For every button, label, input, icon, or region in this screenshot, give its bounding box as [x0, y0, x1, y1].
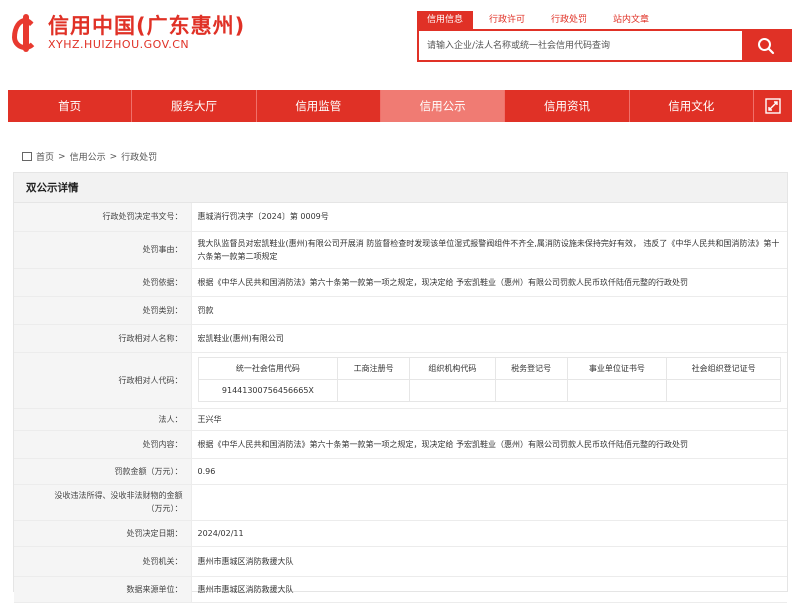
search-icon	[758, 37, 775, 54]
nav-credit-news[interactable]: 信用资讯	[505, 90, 630, 122]
detail-table: 行政处罚决定书文号： 惠城消行罚决字〔2024〕第 0009号 处罚事由： 我大…	[14, 203, 787, 603]
logo-icon	[12, 14, 42, 52]
source-label: 数据来源单位：	[14, 576, 192, 603]
codes-cell: 91441300756456665X	[197, 378, 339, 402]
breadcrumb-penalty[interactable]: 行政处罚	[121, 150, 157, 163]
search-tab-site-articles[interactable]: 站内文章	[603, 11, 659, 29]
header: 信用中国(广东惠州) XYHZ.HUIZHOU.GOV.CN 信用信息 行政许可…	[0, 0, 800, 80]
party-label: 行政相对人名称：	[14, 324, 192, 353]
codes-cell	[409, 378, 496, 402]
panel-title: 双公示详情	[14, 173, 787, 203]
search-area: 信用信息 行政许可 行政处罚 站内文章	[417, 11, 792, 62]
breadcrumb: 首页 > 信用公示 > 行政处罚	[22, 150, 157, 163]
amount-label: 罚款金额（万元）：	[14, 458, 192, 485]
organ-value: 惠州市惠城区消防救援大队	[191, 546, 787, 577]
codes-cell	[337, 378, 411, 402]
codes-cell	[566, 378, 668, 402]
content-label: 处罚内容：	[14, 430, 192, 459]
nav-credit-publicity[interactable]: 信用公示	[380, 90, 506, 122]
search-tab-credit-info[interactable]: 信用信息	[417, 11, 474, 29]
legal-value: 王兴华	[191, 408, 787, 431]
legal-label: 法人：	[14, 408, 192, 431]
reason-value: 我大队监督员对宏凯鞋业(惠州)有限公司开展消 防监督检查时发现该单位湿式报警阀组…	[191, 231, 787, 269]
date-label: 处罚决定日期：	[14, 520, 192, 547]
codes-header: 统一社会信用代码	[197, 356, 339, 380]
doc-no-label: 行政处罚决定书文号：	[14, 203, 192, 232]
content-value: 根据《中华人民共和国消防法》第六十条第一款第一项之规定，现决定给 予宏凯鞋业（惠…	[191, 430, 787, 459]
doc-no-value: 惠城消行罚决字〔2024〕第 0009号	[191, 203, 787, 232]
confiscate-value	[191, 484, 787, 521]
codes-header: 组织机构代码	[409, 356, 496, 380]
expand-icon	[765, 98, 781, 114]
nav-home[interactable]: 首页	[8, 90, 133, 122]
type-label: 处罚类别：	[14, 296, 192, 325]
codes-label: 行政相对人代码：	[14, 352, 192, 409]
breadcrumb-home[interactable]: 首页	[36, 150, 54, 163]
party-value: 宏凯鞋业(惠州)有限公司	[191, 324, 787, 353]
detail-panel: 双公示详情 行政处罚决定书文号： 惠城消行罚决字〔2024〕第 0009号 处罚…	[13, 172, 788, 603]
nav-service-hall[interactable]: 服务大厅	[132, 90, 257, 122]
nav-credit-supervision[interactable]: 信用监管	[257, 90, 381, 122]
breadcrumb-publicity[interactable]: 信用公示	[70, 150, 106, 163]
type-value: 罚款	[191, 296, 787, 325]
codes-table: 统一社会信用代码 工商注册号 组织机构代码 税务登记号 事业单位证书号 社会组织…	[197, 356, 782, 402]
organ-label: 处罚机关：	[14, 546, 192, 577]
codes-header: 工商注册号	[337, 356, 411, 380]
search-tab-admin-license[interactable]: 行政许可	[479, 11, 535, 29]
reason-label: 处罚事由：	[14, 231, 192, 269]
date-value: 2024/02/11	[191, 520, 787, 547]
codes-header: 税务登记号	[494, 356, 568, 380]
main-nav: 首页 服务大厅 信用监管 信用公示 信用资讯 信用文化	[8, 90, 792, 122]
site-title: 信用中国(广东惠州)	[48, 14, 246, 38]
source-value: 惠州市惠城区消防救援大队	[191, 576, 787, 603]
home-icon	[22, 152, 32, 161]
basis-label: 处罚依据：	[14, 268, 192, 297]
amount-value: 0.96	[191, 458, 787, 485]
nav-credit-culture[interactable]: 信用文化	[630, 90, 754, 122]
codes-header: 社会组织登记证号	[666, 356, 781, 380]
codes-cell	[494, 378, 568, 402]
confiscate-label: 没收违法所得、没收非法财物的金额（万元）：	[14, 484, 192, 521]
site-domain: XYHZ.HUIZHOU.GOV.CN	[48, 38, 190, 51]
codes-header: 事业单位证书号	[566, 356, 668, 380]
site-logo[interactable]: 信用中国(广东惠州) XYHZ.HUIZHOU.GOV.CN	[12, 14, 245, 52]
search-input[interactable]	[419, 31, 742, 60]
fullscreen-button[interactable]	[754, 90, 792, 122]
basis-value: 根据《中华人民共和国消防法》第六十条第一款第一项之规定，现决定给 予宏凯鞋业（惠…	[191, 268, 787, 297]
search-tab-admin-penalty[interactable]: 行政处罚	[541, 11, 597, 29]
codes-cell	[666, 378, 781, 402]
search-button[interactable]	[742, 31, 790, 60]
